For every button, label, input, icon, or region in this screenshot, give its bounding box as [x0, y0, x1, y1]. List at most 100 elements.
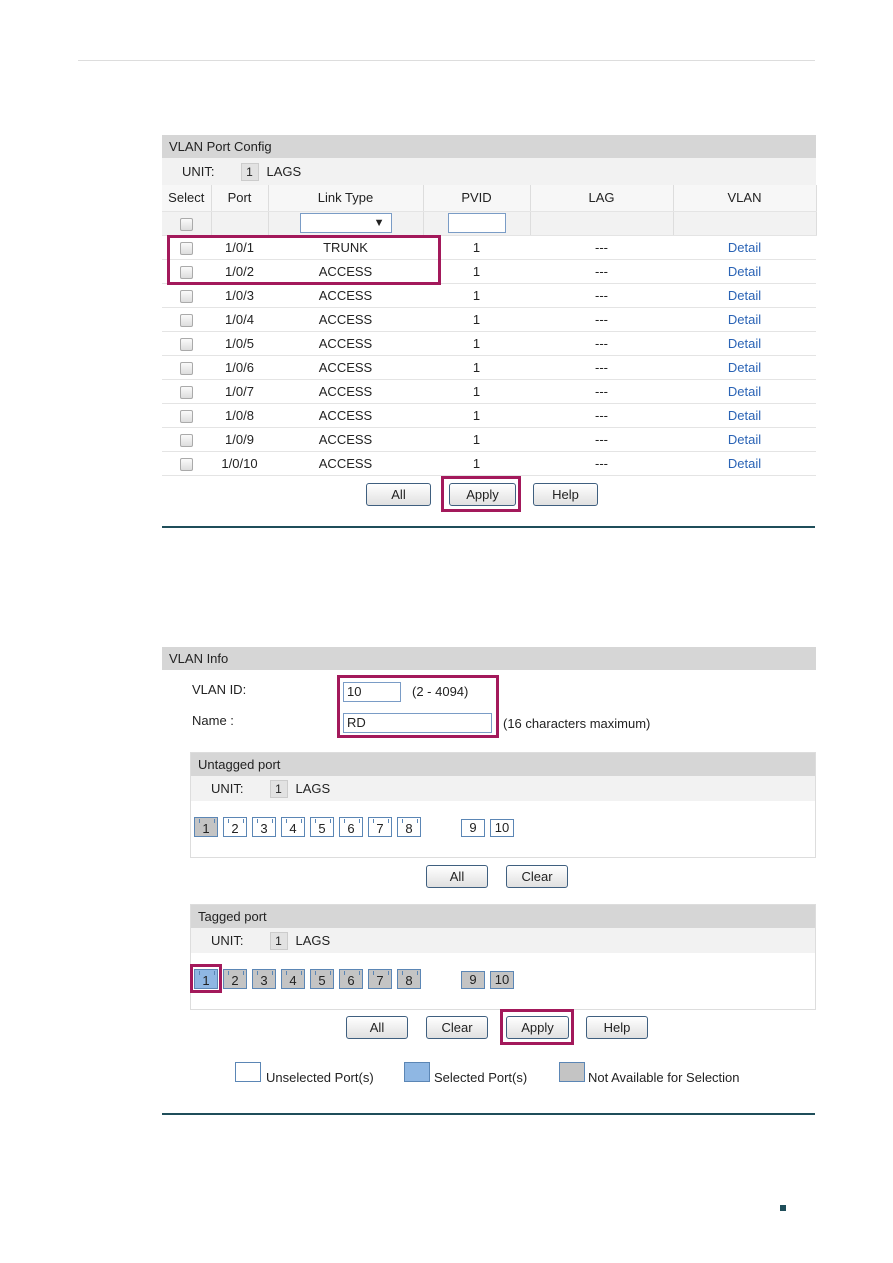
tagged-all-button[interactable]: All [346, 1016, 408, 1039]
port-8-button[interactable]: 8 [397, 969, 421, 989]
detail-link[interactable]: Detail [728, 336, 761, 351]
detail-link[interactable]: Detail [728, 456, 761, 471]
link-type-select[interactable]: ▼ [299, 213, 392, 233]
highlight-box [190, 964, 222, 993]
select-all-checkbox[interactable] [179, 217, 193, 231]
lag-cell: --- [530, 331, 673, 356]
unit-1-button[interactable]: 1 [269, 931, 288, 950]
port-9-button[interactable]: 9 [461, 819, 485, 837]
row-checkbox[interactable] [180, 409, 193, 423]
lag-cell: --- [530, 235, 673, 260]
help-button[interactable]: Help [533, 483, 598, 506]
port-2-button[interactable]: 2 [223, 817, 247, 837]
untagged-all-button[interactable]: All [426, 865, 488, 888]
link-type-cell: ACCESS [268, 403, 423, 428]
lags-link[interactable]: LAGS [296, 781, 331, 796]
detail-link[interactable]: Detail [728, 312, 761, 327]
port-table: Select Port Link Type PVID LAG VLAN ▼ 1/0/1 T… [162, 185, 817, 476]
port-5-button[interactable]: 5 [310, 817, 334, 837]
port-10-button[interactable]: 10 [490, 819, 514, 837]
highlight-box [167, 235, 441, 285]
port-2-button[interactable]: 2 [223, 969, 247, 989]
port-cell: 1/0/5 [211, 331, 268, 356]
legend-unavailable: Not Available for Selection [588, 1070, 740, 1085]
port-10-button[interactable]: 10 [490, 971, 514, 989]
detail-link[interactable]: Detail [728, 360, 761, 375]
table-row: 1/0/4 ACCESS 1 --- Detail [162, 307, 816, 332]
pvid-cell: 1 [423, 283, 530, 308]
lag-cell: --- [530, 451, 673, 476]
row-checkbox[interactable] [180, 337, 193, 351]
link-type-cell: ACCESS [268, 379, 423, 404]
row-checkbox[interactable] [180, 289, 193, 303]
tagged-ports: 1 2 3 4 5 6 7 8 9 10 [191, 953, 815, 1009]
unavailable-port-icon [559, 1062, 585, 1082]
row-checkbox[interactable] [180, 313, 193, 327]
link-type-cell: ACCESS [268, 283, 423, 308]
unit-1-button[interactable]: 1 [269, 779, 288, 798]
unit-label: UNIT: [182, 164, 215, 179]
legend-unselected: Unselected Port(s) [266, 1070, 374, 1085]
row-checkbox[interactable] [180, 385, 193, 399]
port-7-button[interactable]: 7 [368, 969, 392, 989]
port-1-button[interactable]: 1 [194, 817, 218, 837]
table-row: 1/0/8 ACCESS 1 --- Detail [162, 403, 816, 428]
detail-link[interactable]: Detail [728, 264, 761, 279]
unit-label: UNIT: [211, 781, 244, 796]
tagged-title: Tagged port [191, 905, 815, 928]
port-8-button[interactable]: 8 [397, 817, 421, 837]
column-header: VLAN [673, 185, 817, 212]
unit-label: UNIT: [211, 933, 244, 948]
lag-cell: --- [530, 427, 673, 452]
table-row: 1/0/7 ACCESS 1 --- Detail [162, 379, 816, 404]
port-3-button[interactable]: 3 [252, 969, 276, 989]
column-header: PVID [423, 185, 531, 212]
highlight-box [500, 1009, 574, 1045]
untagged-port-panel: Untagged port UNIT: 1 LAGS 1 2 3 4 5 6 7 8 9 10 [190, 752, 816, 858]
panel-title: VLAN Info [162, 647, 816, 670]
link-type-cell: ACCESS [268, 355, 423, 380]
pvid-input[interactable] [447, 213, 506, 233]
port-9-button[interactable]: 9 [461, 971, 485, 989]
lags-link[interactable]: LAGS [296, 933, 331, 948]
tagged-clear-button[interactable]: Clear [426, 1016, 488, 1039]
untagged-clear-button[interactable]: Clear [506, 865, 568, 888]
top-rule [78, 60, 815, 61]
column-header: Port [211, 185, 269, 212]
tagged-help-button[interactable]: Help [586, 1016, 648, 1039]
port-cell: 1/0/10 [211, 451, 268, 476]
row-checkbox[interactable] [180, 361, 193, 375]
detail-link[interactable]: Detail [728, 384, 761, 399]
row-checkbox[interactable] [180, 457, 193, 471]
tagged-port-panel: Tagged port UNIT: 1 LAGS 1 2 3 4 5 6 7 8 9 10 [190, 904, 816, 1010]
vlan-id-label: VLAN ID: [192, 682, 247, 697]
detail-link[interactable]: Detail [728, 240, 761, 255]
port-cell: 1/0/4 [211, 307, 268, 332]
detail-link[interactable]: Detail [728, 432, 761, 447]
unit-1-button[interactable]: 1 [240, 162, 259, 181]
port-cell: 1/0/6 [211, 355, 268, 380]
port-3-button[interactable]: 3 [252, 817, 276, 837]
port-4-button[interactable]: 4 [281, 817, 305, 837]
table-row: 1/0/9 ACCESS 1 --- Detail [162, 427, 816, 452]
table-row: 1/0/10 ACCESS 1 --- Detail [162, 451, 816, 476]
port-7-button[interactable]: 7 [368, 817, 392, 837]
pvid-cell: 1 [423, 379, 530, 404]
lag-cell: --- [530, 307, 673, 332]
unit-row: UNIT: 1 LAGS [162, 158, 816, 185]
lag-cell: --- [530, 259, 673, 284]
detail-link[interactable]: Detail [728, 288, 761, 303]
all-button[interactable]: All [366, 483, 431, 506]
port-6-button[interactable]: 6 [339, 969, 363, 989]
port-5-button[interactable]: 5 [310, 969, 334, 989]
port-cell: 1/0/8 [211, 403, 268, 428]
port-6-button[interactable]: 6 [339, 817, 363, 837]
detail-link[interactable]: Detail [728, 408, 761, 423]
untagged-ports: 1 2 3 4 5 6 7 8 9 10 [191, 801, 815, 857]
table-row: 1/0/6 ACCESS 1 --- Detail [162, 355, 816, 380]
lags-link[interactable]: LAGS [267, 164, 302, 179]
pvid-cell: 1 [423, 331, 530, 356]
port-4-button[interactable]: 4 [281, 969, 305, 989]
row-checkbox[interactable] [180, 433, 193, 447]
port-cell: 1/0/9 [211, 427, 268, 452]
